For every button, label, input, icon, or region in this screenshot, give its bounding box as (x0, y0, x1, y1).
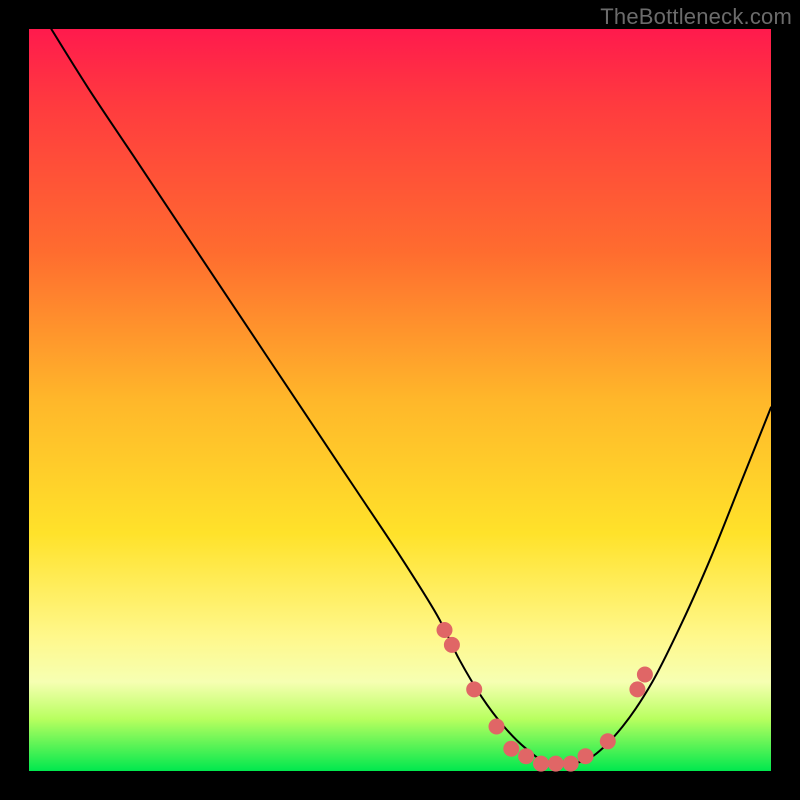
highlight-dot (548, 756, 564, 772)
bottleneck-curve (51, 29, 771, 765)
highlight-dot (578, 748, 594, 764)
highlight-dot (466, 681, 482, 697)
highlight-dot (489, 719, 505, 735)
highlight-dot (503, 741, 519, 757)
highlight-dots-group (437, 622, 653, 772)
curve-svg (29, 29, 771, 771)
highlight-dot (444, 637, 460, 653)
highlight-dot (518, 748, 534, 764)
highlight-dot (600, 733, 616, 749)
highlight-dot (629, 681, 645, 697)
plot-area (29, 29, 771, 771)
highlight-dot (637, 667, 653, 683)
highlight-dot (533, 756, 549, 772)
highlight-dot (437, 622, 453, 638)
watermark-text: TheBottleneck.com (600, 4, 792, 30)
highlight-dot (563, 756, 579, 772)
outer-frame: TheBottleneck.com (0, 0, 800, 800)
